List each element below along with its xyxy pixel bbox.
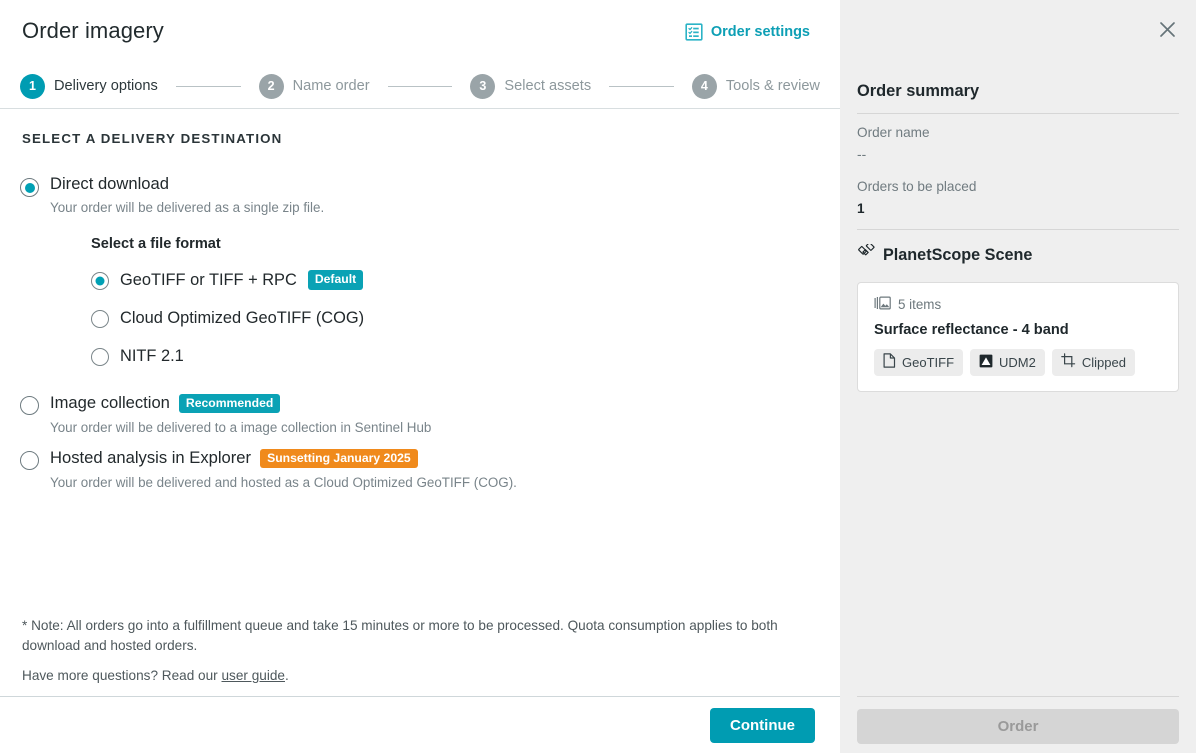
destination-label-line: Direct download <box>50 174 364 193</box>
continue-button[interactable]: Continue <box>710 708 815 743</box>
sunsetting-badge: Sunsetting January 2025 <box>260 448 418 468</box>
product-header: PlanetScope Scene <box>857 242 1033 267</box>
file-format-label: GeoTIFF or TIFF + RPC <box>120 270 297 289</box>
destination-option-direct-download[interactable]: Direct download Your order will be deliv… <box>20 174 820 368</box>
file-icon <box>883 353 896 371</box>
radio-hosted-analysis[interactable] <box>20 450 39 470</box>
questions-suffix: . <box>284 668 289 683</box>
stepper-divider <box>387 85 453 87</box>
destination-label: Hosted analysis in Explorer <box>50 447 252 467</box>
section-title: SELECT A DELIVERY DESTINATION <box>22 131 283 146</box>
order-name-key: Order name <box>857 125 930 140</box>
chip-label: UDM2 <box>999 354 1036 370</box>
delivery-destination-group: Direct download Your order will be deliv… <box>20 174 820 494</box>
summary-divider-top <box>857 113 1179 114</box>
mask-image-icon <box>979 354 993 371</box>
file-format-group: Select a file format GeoTIFF or TIFF + R… <box>91 236 365 367</box>
item-count-row: 5 items <box>874 296 1162 313</box>
destination-option-body: Hosted analysis in Explorer Sunsetting J… <box>50 447 517 494</box>
order-imagery-dialog: Order imagery Order settings 1 Delivery … <box>0 0 1196 753</box>
order-name-value: -- <box>857 147 867 162</box>
main-footer: Continue <box>0 696 840 753</box>
chip-label: GeoTIFF <box>902 354 955 370</box>
order-summary-body: Order summary Order name -- Orders to be… <box>840 0 1196 696</box>
destination-label-line: Hosted analysis in Explorer Sunsetting J… <box>50 447 517 468</box>
recommended-badge: Recommended <box>178 394 281 414</box>
radio-nitf[interactable] <box>91 348 109 367</box>
order-settings-link[interactable]: Order settings <box>685 23 810 41</box>
orders-count-key: Orders to be placed <box>857 179 977 194</box>
step-label: Delivery options <box>54 78 158 94</box>
summary-divider-middle <box>857 229 1179 230</box>
destination-description: Your order will be delivered as a single… <box>50 199 325 215</box>
stepper-step-name-order[interactable]: 2 Name order <box>258 73 370 99</box>
file-format-label: Cloud Optimized GeoTIFF (COG) <box>120 308 365 327</box>
main-body: Order imagery Order settings 1 Delivery … <box>0 0 840 696</box>
item-count-label: 5 items <box>898 297 942 312</box>
file-format-option-geotiff[interactable]: GeoTIFF or TIFF + RPC Default <box>91 270 364 291</box>
destination-label: Direct download <box>50 174 169 193</box>
checklist-box-icon <box>685 23 703 41</box>
order-summary-panel: Order summary Order name -- Orders to be… <box>840 0 1196 753</box>
order-name-block: Order name -- <box>857 125 930 162</box>
step-number: 1 <box>20 73 45 99</box>
file-format-option-nitf[interactable]: NITF 2.1 <box>91 346 364 367</box>
stepper-step-delivery-options[interactable]: 1 Delivery options <box>20 73 158 99</box>
satellite-icon <box>857 242 875 267</box>
radio-image-collection[interactable] <box>20 396 39 416</box>
questions-prefix: Have more questions? Read our <box>22 668 222 683</box>
default-badge: Default <box>307 270 364 290</box>
step-label: Name order <box>292 78 370 94</box>
order-summary-title: Order summary <box>857 82 980 100</box>
destination-label-line: Image collection Recommended <box>50 393 431 414</box>
item-chips: GeoTIFF UDM2 Clipped <box>874 349 1162 376</box>
stepper-step-select-assets[interactable]: 3 Select assets <box>470 73 592 99</box>
order-settings-label: Order settings <box>710 24 810 40</box>
crop-icon <box>1061 353 1076 371</box>
stepper-step-tools-review[interactable]: 4 Tools & review <box>691 73 820 99</box>
order-button[interactable]: Order <box>857 709 1179 744</box>
product-name: PlanetScope Scene <box>883 246 1033 264</box>
orders-count-block: Orders to be placed 1 <box>857 179 976 216</box>
radio-direct-download[interactable] <box>20 178 39 197</box>
main-panel: Order imagery Order settings 1 Delivery … <box>0 0 840 753</box>
order-item-card[interactable]: 5 items Surface reflectance - 4 band Geo… <box>857 282 1179 392</box>
stepper: 1 Delivery options 2 Name order 3 Select… <box>20 72 820 100</box>
radio-geotiff[interactable] <box>91 272 109 291</box>
summary-divider-bottom <box>857 696 1179 697</box>
chip-clipped: Clipped <box>1051 349 1135 376</box>
file-format-label: NITF 2.1 <box>120 346 184 365</box>
file-format-option-cog[interactable]: Cloud Optimized GeoTIFF (COG) <box>91 308 365 329</box>
file-format-title: Select a file format <box>91 236 221 253</box>
header-divider <box>0 108 840 109</box>
destination-description: Your order will be delivered and hosted … <box>50 474 517 490</box>
chip-label: Clipped <box>1081 354 1126 370</box>
destination-option-body: Image collection Recommended Your order … <box>50 394 431 439</box>
radio-cog[interactable] <box>91 310 109 329</box>
note-text: * Note: All orders go into a fulfillment… <box>22 618 778 654</box>
questions-text: Have more questions? Read our user guide… <box>22 668 289 683</box>
image-stack-icon <box>874 296 891 313</box>
step-number: 3 <box>470 73 496 99</box>
chip-geotiff: GeoTIFF <box>874 349 964 376</box>
step-label: Tools & review <box>725 78 820 94</box>
page-title: Order imagery <box>22 18 164 43</box>
item-name: Surface reflectance - 4 band <box>874 322 1069 338</box>
step-number: 4 <box>691 73 717 99</box>
step-label: Select assets <box>504 78 592 94</box>
destination-option-hosted-analysis[interactable]: Hosted analysis in Explorer Sunsetting J… <box>20 447 820 494</box>
order-summary-footer: Order <box>840 696 1196 753</box>
destination-label: Image collection <box>50 393 170 413</box>
destination-description: Your order will be delivered to a image … <box>50 420 432 436</box>
stepper-divider <box>175 85 241 87</box>
destination-option-image-collection[interactable]: Image collection Recommended Your order … <box>20 394 820 439</box>
destination-option-body: Direct download Your order will be deliv… <box>50 174 365 368</box>
stepper-divider <box>609 85 674 87</box>
step-number: 2 <box>258 73 284 99</box>
user-guide-link[interactable]: user guide <box>222 668 285 683</box>
chip-udm2: UDM2 <box>970 349 1045 376</box>
orders-count-value: 1 <box>857 201 865 216</box>
